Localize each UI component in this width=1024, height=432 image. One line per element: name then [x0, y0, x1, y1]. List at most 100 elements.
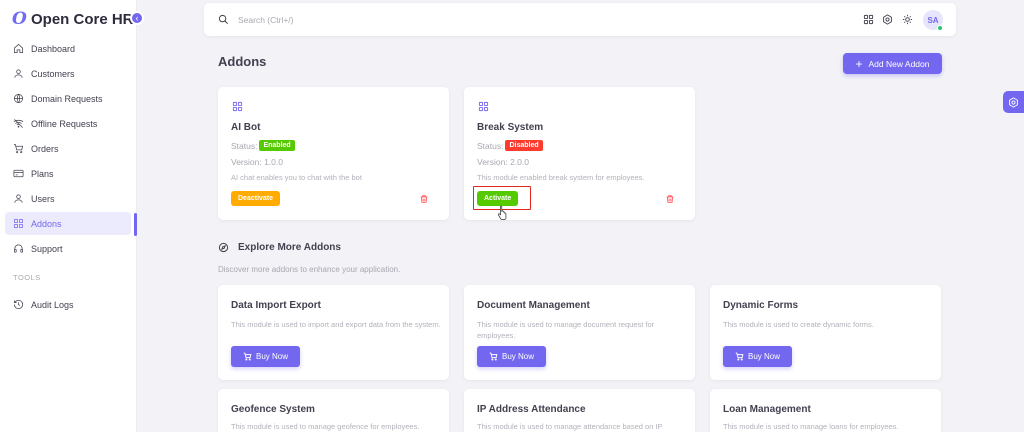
- buy-now-button[interactable]: Buy Now: [723, 346, 792, 367]
- topbar: SA: [204, 3, 956, 36]
- credit-card-icon: [13, 169, 24, 178]
- sidebar-item-label: Plans: [31, 168, 54, 179]
- grid-icon: [478, 101, 489, 112]
- sidebar-item-support[interactable]: Support: [5, 237, 131, 260]
- addon-status-row: Status: Disabled: [477, 140, 543, 151]
- online-status-dot: [937, 25, 943, 31]
- sidebar-nav: Dashboard Customers Domain Requests Offl…: [5, 37, 131, 318]
- sidebar-item-audit-logs[interactable]: Audit Logs: [5, 293, 131, 316]
- version-label: Version:: [231, 157, 262, 167]
- sidebar-item-label: Domain Requests: [31, 93, 103, 104]
- sun-theme-icon[interactable]: [902, 14, 913, 25]
- addon-description: AI chat enables you to chat with the bot: [231, 173, 362, 182]
- hand-cursor-icon: [498, 205, 507, 220]
- buy-now-button[interactable]: Buy Now: [477, 346, 546, 367]
- status-badge: Enabled: [259, 140, 295, 151]
- cart-icon: [13, 144, 24, 154]
- trash-icon[interactable]: [665, 194, 675, 204]
- sidebar-item-addons[interactable]: Addons: [5, 212, 131, 235]
- history-icon: [14, 300, 23, 309]
- market-addon-description: This module is used to manage attendance…: [477, 422, 663, 431]
- cart-icon: [735, 352, 744, 361]
- sidebar-item-customers[interactable]: Customers: [5, 62, 131, 85]
- sidebar-item-orders[interactable]: Orders: [5, 137, 131, 160]
- sidebar-item-dashboard[interactable]: Dashboard: [5, 37, 131, 60]
- gear-icon: [1009, 96, 1018, 108]
- status-label: Status:: [477, 140, 504, 151]
- status-label: Status:: [231, 140, 258, 151]
- sidebar-item-label: Dashboard: [31, 43, 76, 54]
- addon-version-row: Version: 1.0.0: [231, 157, 283, 167]
- sidebar-item-label: Addons: [31, 218, 62, 229]
- addon-status-row: Status: Enabled: [231, 140, 295, 151]
- user-icon: [14, 194, 23, 203]
- market-card-loan-management: Loan Management This module is used to m…: [710, 389, 941, 432]
- theme-customizer-button[interactable]: [1003, 91, 1024, 113]
- market-addon-title: Data Import Export: [231, 300, 322, 311]
- brand-name: Open Core HR: [31, 10, 134, 28]
- settings-gear-icon[interactable]: [882, 14, 893, 25]
- buy-now-button[interactable]: Buy Now: [231, 346, 300, 367]
- market-card-data-import-export: Data Import Export This module is used t…: [218, 285, 449, 380]
- shortcuts-grid-icon[interactable]: [863, 14, 874, 25]
- market-addon-title: Dynamic Forms: [723, 300, 799, 311]
- add-new-addon-label: Add New Addon: [868, 58, 930, 69]
- market-addon-title: Geofence System: [231, 404, 315, 415]
- market-addon-description: This module is used to create dynamic fo…: [723, 320, 874, 329]
- home-icon: [14, 43, 23, 53]
- sidebar-item-users[interactable]: Users: [5, 187, 131, 210]
- active-indicator: [134, 213, 137, 236]
- sidebar: O Open Core HR Dashboard Customers Domai…: [0, 0, 137, 432]
- user-icon: [14, 69, 23, 78]
- deactivate-button[interactable]: Deactivate: [231, 191, 281, 206]
- addon-card-ai-bot: AI Bot Status: Enabled Version: 1.0.0 AI…: [218, 87, 449, 220]
- buy-now-label: Buy Now: [747, 352, 780, 361]
- version-value: 2.0.0: [510, 157, 529, 167]
- trash-icon[interactable]: [419, 194, 429, 204]
- market-addon-title: Loan Management: [723, 404, 811, 415]
- market-addon-description: This module is used to manage document r…: [477, 320, 655, 340]
- brand[interactable]: O Open Core HR: [12, 9, 134, 29]
- version-label: Version:: [477, 157, 508, 167]
- market-addon-description: This module is used to import and export…: [231, 320, 441, 329]
- market-card-document-management: Document Management This module is used …: [464, 285, 695, 380]
- explore-section-title: Explore More Addons: [218, 242, 341, 253]
- search-input[interactable]: [238, 12, 538, 27]
- sidebar-item-label: Customers: [31, 68, 75, 79]
- market-addon-title: IP Address Attendance: [477, 404, 586, 415]
- cart-icon: [489, 352, 498, 361]
- search-icon: [218, 14, 228, 24]
- activate-button[interactable]: Activate: [477, 191, 519, 206]
- market-addon-description: This module is used to manage loans for …: [723, 422, 899, 431]
- sidebar-item-plans[interactable]: Plans: [5, 162, 131, 185]
- market-addon-title: Document Management: [477, 300, 590, 311]
- buy-now-label: Buy Now: [255, 352, 288, 361]
- add-new-addon-button[interactable]: + Add New Addon: [843, 53, 942, 74]
- explore-title-text: Explore More Addons: [238, 242, 341, 253]
- grid-icon: [14, 219, 23, 228]
- sidebar-collapse-button[interactable]: ‹: [130, 11, 144, 25]
- version-value: 1.0.0: [264, 157, 283, 167]
- cart-icon: [243, 352, 252, 361]
- status-badge: Disabled: [505, 140, 543, 151]
- brand-logo-icon: O: [12, 9, 27, 29]
- buy-now-label: Buy Now: [501, 352, 534, 361]
- addon-description: This module enabled break system for emp…: [477, 173, 645, 182]
- sidebar-item-label: Orders: [31, 143, 59, 154]
- grid-icon: [232, 101, 243, 112]
- sidebar-item-domain-requests[interactable]: Domain Requests: [5, 87, 131, 110]
- market-card-dynamic-forms: Dynamic Forms This module is used to cre…: [710, 285, 941, 380]
- market-addon-description: This module is used to manage geofence f…: [231, 422, 420, 431]
- market-card-geofence-system: Geofence System This module is used to m…: [218, 389, 449, 432]
- page-title: Addons: [218, 54, 267, 69]
- sidebar-item-label: Audit Logs: [31, 299, 74, 310]
- wifi-off-icon: [13, 119, 24, 128]
- sidebar-section-tools: TOOLS: [13, 273, 41, 282]
- market-card-ip-address-attendance: IP Address Attendance This module is use…: [464, 389, 695, 432]
- headset-icon: [14, 244, 23, 253]
- addon-title: Break System: [477, 122, 544, 133]
- addon-card-break-system: Break System Status: Disabled Version: 2…: [464, 87, 695, 220]
- sidebar-item-offline-requests[interactable]: Offline Requests: [5, 112, 131, 135]
- plus-icon: +: [855, 56, 863, 71]
- addon-title: AI Bot: [231, 122, 261, 133]
